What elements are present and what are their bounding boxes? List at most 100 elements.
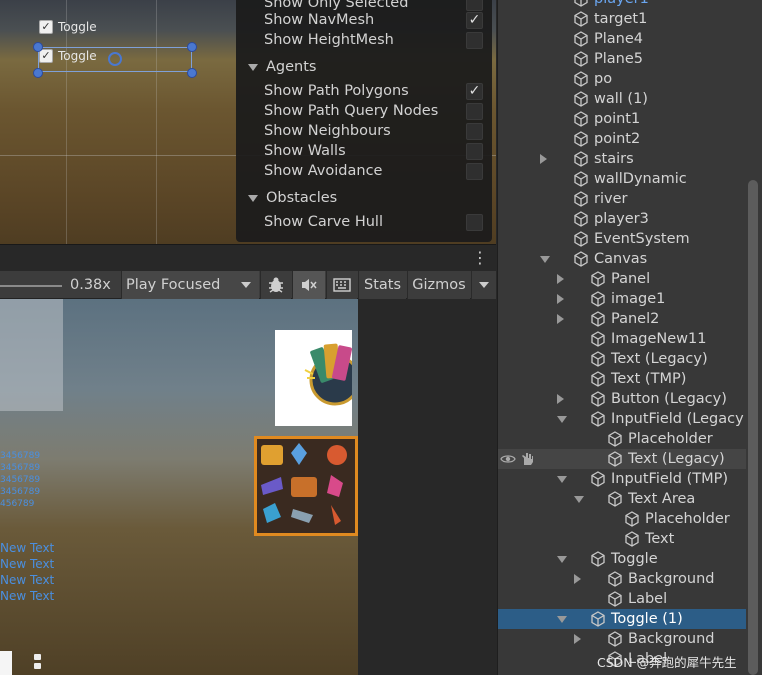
resize-handle[interactable] bbox=[187, 42, 197, 52]
gameobject-cube-icon bbox=[590, 351, 606, 367]
hierarchy-item-label: Text (Legacy) bbox=[628, 451, 725, 467]
hierarchy-item[interactable]: image1 bbox=[498, 289, 746, 309]
resize-handle[interactable] bbox=[33, 42, 43, 52]
hierarchy-item[interactable]: InputField (TMP) bbox=[498, 469, 746, 489]
new-text-label: New Text bbox=[0, 589, 55, 603]
expand-arrow-right-icon[interactable] bbox=[540, 154, 547, 164]
hierarchy-item[interactable]: Background bbox=[498, 569, 746, 589]
scene-toggle-2[interactable]: ✓ Toggle bbox=[39, 49, 97, 63]
hierarchy-scrollbar[interactable] bbox=[748, 180, 758, 675]
hierarchy-item[interactable]: Label bbox=[498, 589, 746, 609]
hierarchy-item[interactable]: EventSystem bbox=[498, 229, 746, 249]
bug-icon[interactable] bbox=[260, 271, 291, 299]
overlay-option-label: Show Carve Hull bbox=[264, 214, 383, 230]
check-icon: ✓ bbox=[468, 83, 481, 99]
hierarchy-item[interactable]: player3 bbox=[498, 209, 746, 229]
check-icon: ✓ bbox=[468, 12, 481, 28]
play-mode-dropdown[interactable]: Play Focused bbox=[121, 271, 259, 299]
hierarchy-item[interactable]: stairs bbox=[498, 149, 746, 169]
hierarchy-item[interactable]: Background bbox=[498, 629, 746, 649]
hierarchy-item[interactable]: Plane5 bbox=[498, 49, 746, 69]
hierarchy-item[interactable]: Text (Legacy) bbox=[498, 449, 746, 469]
hierarchy-item[interactable]: Text Area bbox=[498, 489, 746, 509]
expand-arrow-right-icon[interactable] bbox=[557, 294, 564, 304]
scene-toggle-1[interactable]: ✓ Toggle bbox=[39, 20, 97, 34]
expand-arrow-right-icon[interactable] bbox=[574, 634, 581, 644]
overlay-checkbox[interactable]: ✓ bbox=[466, 12, 483, 29]
keyboard-icon[interactable] bbox=[326, 271, 357, 299]
game-view[interactable]: 3456789 3456789 3456789 3456789 456789 N… bbox=[0, 299, 358, 675]
overlay-checkbox[interactable] bbox=[466, 103, 483, 120]
gizmos-button[interactable]: Gizmos bbox=[407, 271, 470, 299]
agents-section-header[interactable]: Agents bbox=[248, 59, 316, 75]
overlay-checkbox[interactable] bbox=[466, 123, 483, 140]
expand-arrow-down-icon[interactable] bbox=[557, 476, 567, 483]
hierarchy-item[interactable]: Canvas bbox=[498, 249, 746, 269]
hierarchy-item-label: point1 bbox=[594, 111, 641, 127]
hierarchy-item[interactable]: Toggle (1) bbox=[498, 609, 746, 629]
hierarchy-item[interactable]: Placeholder bbox=[498, 509, 746, 529]
pickable-hand-icon[interactable] bbox=[520, 452, 534, 466]
hierarchy-item[interactable]: Button (Legacy) bbox=[498, 389, 746, 409]
hierarchy-item[interactable]: player1 bbox=[498, 0, 746, 9]
scale-slider[interactable] bbox=[0, 285, 62, 287]
expand-arrow-down-icon[interactable] bbox=[557, 416, 567, 423]
overlay-checkbox[interactable] bbox=[466, 0, 483, 11]
overlay-checkbox[interactable] bbox=[466, 163, 483, 180]
expand-arrow-down-icon[interactable] bbox=[574, 496, 584, 503]
hierarchy-item[interactable]: Text (TMP) bbox=[498, 369, 746, 389]
eye-icon[interactable] bbox=[500, 453, 516, 465]
overlay-option-label: Show NavMesh bbox=[264, 12, 375, 28]
item-icons-image bbox=[254, 436, 358, 536]
hierarchy-item-label: Plane5 bbox=[594, 51, 643, 67]
mute-audio-icon[interactable] bbox=[292, 271, 325, 299]
hierarchy-item-label: player1 bbox=[594, 0, 649, 9]
expand-arrow-down-icon[interactable] bbox=[557, 556, 567, 563]
hierarchy-item[interactable]: target1 bbox=[498, 9, 746, 29]
overlay-option-label: Show Neighbours bbox=[264, 123, 391, 139]
hierarchy-item[interactable]: InputField (Legacy bbox=[498, 409, 746, 429]
hierarchy-item[interactable]: Text (Legacy) bbox=[498, 349, 746, 369]
hierarchy-item[interactable]: Plane4 bbox=[498, 29, 746, 49]
resize-handle[interactable] bbox=[187, 68, 197, 78]
mini-toggle-icon bbox=[34, 663, 41, 669]
gameobject-cube-icon bbox=[607, 631, 623, 647]
hierarchy-item-label: point2 bbox=[594, 131, 641, 147]
navigation-overlay-panel: Show Only Selected Show NavMesh ✓ Show H… bbox=[236, 0, 492, 242]
kebab-menu-icon[interactable]: ⋮ bbox=[472, 248, 488, 267]
hierarchy-item-label: Button (Legacy) bbox=[611, 391, 727, 407]
white-block bbox=[0, 651, 12, 675]
hierarchy-item[interactable]: Panel2 bbox=[498, 309, 746, 329]
pivot-handle[interactable] bbox=[108, 52, 122, 66]
hierarchy-item[interactable]: Toggle bbox=[498, 549, 746, 569]
expand-arrow-right-icon[interactable] bbox=[557, 274, 564, 284]
expand-arrow-right-icon[interactable] bbox=[574, 574, 581, 584]
hierarchy-item-label: wallDynamic bbox=[594, 171, 687, 187]
hierarchy-item[interactable]: wall (1) bbox=[498, 89, 746, 109]
hierarchy-item[interactable]: po bbox=[498, 69, 746, 89]
expand-arrow-right-icon[interactable] bbox=[557, 314, 564, 324]
hierarchy-item[interactable]: point2 bbox=[498, 129, 746, 149]
hierarchy-item[interactable]: ImageNew11 bbox=[498, 329, 746, 349]
gameobject-cube-icon bbox=[573, 11, 589, 27]
hierarchy-item[interactable]: Text bbox=[498, 529, 746, 549]
resize-handle[interactable] bbox=[33, 68, 43, 78]
hierarchy-item-label: InputField (Legacy bbox=[611, 411, 744, 427]
hierarchy-item[interactable]: point1 bbox=[498, 109, 746, 129]
hierarchy-item[interactable]: Placeholder bbox=[498, 429, 746, 449]
expand-arrow-down-icon[interactable] bbox=[540, 256, 550, 263]
hierarchy-item[interactable]: Panel bbox=[498, 269, 746, 289]
obstacles-section-header[interactable]: Obstacles bbox=[248, 190, 337, 206]
visibility-toggles[interactable] bbox=[498, 449, 534, 469]
expand-arrow-right-icon[interactable] bbox=[557, 394, 564, 404]
scene-toggle-label: Toggle bbox=[58, 49, 97, 63]
overlay-checkbox[interactable] bbox=[466, 214, 483, 231]
overlay-checkbox[interactable]: ✓ bbox=[466, 83, 483, 100]
stats-button[interactable]: Stats bbox=[358, 271, 406, 299]
overlay-checkbox[interactable] bbox=[466, 32, 483, 49]
hierarchy-item[interactable]: wallDynamic bbox=[498, 169, 746, 189]
gizmos-dropdown[interactable] bbox=[471, 271, 496, 299]
expand-arrow-down-icon[interactable] bbox=[557, 616, 567, 623]
overlay-checkbox[interactable] bbox=[466, 143, 483, 160]
hierarchy-item[interactable]: river bbox=[498, 189, 746, 209]
